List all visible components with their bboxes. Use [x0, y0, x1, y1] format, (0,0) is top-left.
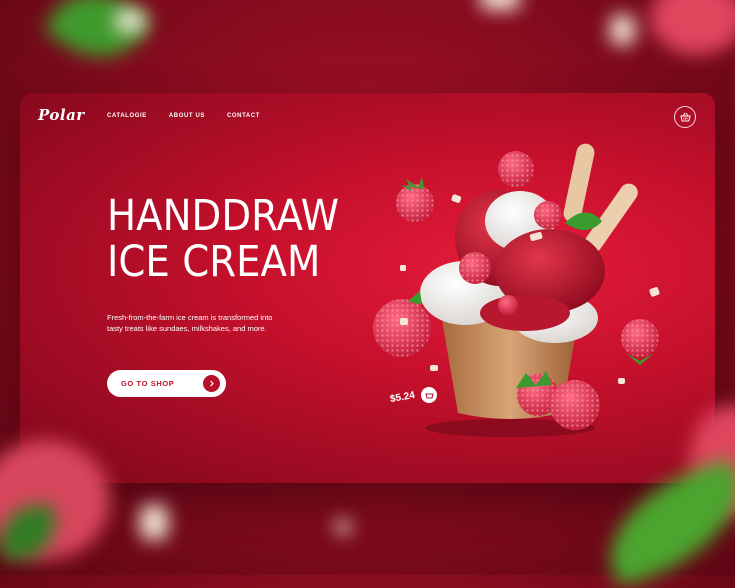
nav-item-contact[interactable]: CONTACT	[227, 113, 260, 119]
go-to-shop-button[interactable]: GO TO SHOP	[107, 370, 226, 397]
arrow-right-icon	[203, 375, 220, 392]
white-chip	[430, 365, 438, 371]
white-chip	[649, 287, 660, 297]
nav-item-about-us[interactable]: ABOUT US	[169, 113, 205, 119]
nav-item-catalogue[interactable]: CATALOGIE	[107, 113, 147, 119]
add-to-cart-badge[interactable]	[421, 387, 437, 403]
sorbet-scoop	[480, 295, 570, 331]
background-chip	[115, 10, 145, 32]
white-chip	[618, 378, 625, 384]
background-chip	[140, 505, 168, 540]
wooden-stick	[563, 143, 595, 223]
page-title: HANDDRAW ICE CREAM	[107, 193, 339, 285]
hero-description: Fresh-from-the-farm ice cream is transfo…	[107, 313, 273, 333]
background-raspberry	[650, 0, 735, 55]
white-chip	[451, 194, 462, 203]
background-chip	[335, 520, 351, 534]
background-chip	[480, 0, 520, 10]
raspberry	[498, 295, 518, 315]
title-line-1: HANDDRAW	[107, 191, 340, 241]
cart-button[interactable]	[674, 106, 696, 128]
title-line-2: ICE CREAM	[107, 237, 321, 287]
cart-small-icon	[424, 393, 434, 399]
logo[interactable]: Polar	[38, 106, 85, 124]
basket-icon	[679, 112, 691, 122]
go-to-shop-label: GO TO SHOP	[121, 379, 175, 388]
white-chip	[400, 265, 406, 271]
background-chip	[610, 15, 635, 45]
main-nav: CATALOGIE ABOUT US CONTACT	[107, 113, 260, 119]
white-chip	[400, 318, 408, 325]
hero-card: Polar CATALOGIE ABOUT US CONTACT HANDDRA…	[20, 93, 715, 483]
